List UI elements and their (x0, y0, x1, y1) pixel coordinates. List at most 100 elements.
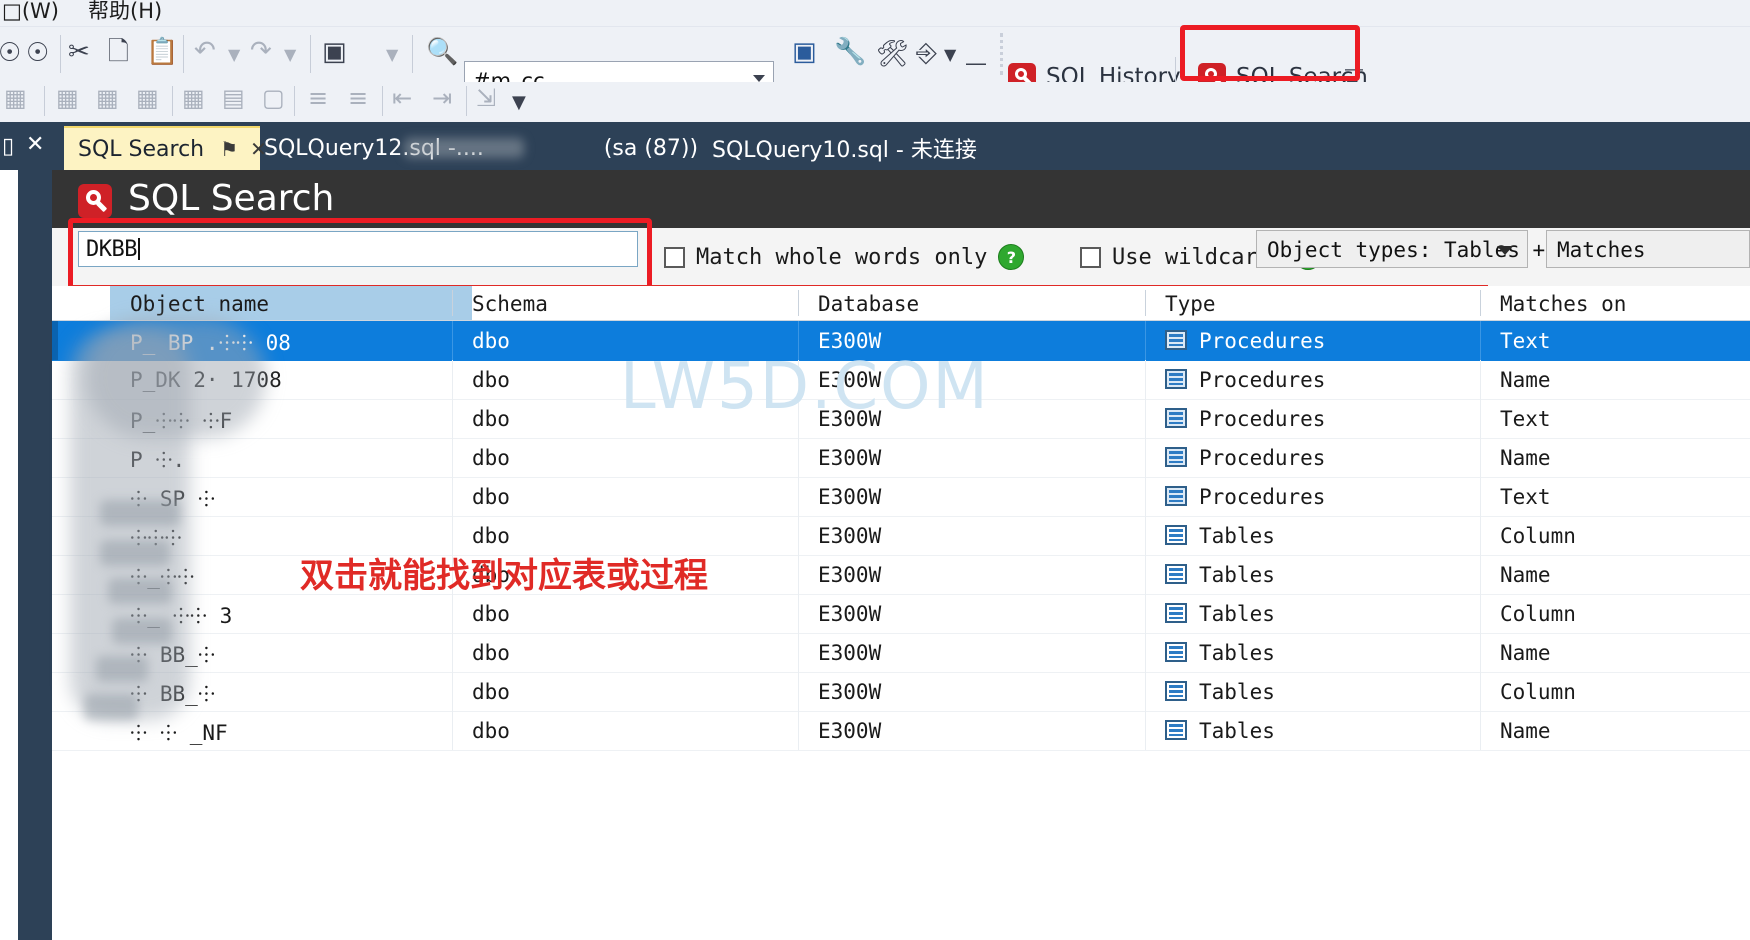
object-b-icon[interactable]: ▦ (96, 86, 119, 110)
table-icon (1165, 525, 1187, 545)
col-type[interactable]: Type (1165, 292, 1216, 316)
indent-decrease-icon[interactable]: ⇤ (392, 86, 412, 110)
results-table-icon[interactable]: ▤ (222, 86, 245, 110)
cell-schema: dbo (472, 602, 510, 626)
table-row[interactable]: ⸭ BB_⸭dboE300WTablesColumn (52, 672, 1750, 712)
checkbox-box[interactable] (664, 246, 685, 268)
col-schema[interactable]: Schema (472, 292, 548, 316)
indent-increase-icon[interactable]: ⇥ (432, 86, 452, 110)
grid-empty-area (52, 870, 1750, 940)
cell-type: Tables (1199, 563, 1275, 587)
search-input[interactable]: DKBB (78, 231, 638, 267)
cell-divider (1480, 672, 1481, 711)
object-c-icon[interactable]: ▦ (136, 86, 159, 110)
cell-matches-on: Column (1500, 602, 1576, 626)
cell-divider (1145, 321, 1146, 360)
chevron-down-icon[interactable] (1497, 246, 1513, 255)
copy-icon[interactable]: 🗋 (108, 39, 129, 65)
match-whole-words-checkbox[interactable]: Match whole words only ? (664, 244, 1025, 270)
toolbar-row-2: ▦ ▦ ▦ ▦ ▦ ▤ ▢ ≡ ≡ ⇤ ⇥ ⇲ ▼ (0, 82, 1750, 122)
toolbar-row-1: ☉ ☉ ✂ 🗋 📋 ↶ ▼ ↷ ▼ ▣ ▼ 🔍 #m_cc ▣ 🔧 🛠 ⎆ ▼ … (0, 26, 1750, 97)
paste-icon[interactable]: 📋 (146, 39, 178, 65)
col-database[interactable]: Database (818, 292, 919, 316)
column-divider[interactable] (798, 290, 799, 316)
column-divider[interactable] (1145, 290, 1146, 316)
dax-icon[interactable]: ☉ (26, 40, 49, 66)
chinese-annotation: 双击就能找到对应表或过程 (300, 556, 708, 596)
execution-plan-icon[interactable]: ▣ (792, 39, 817, 65)
tab-sql-search[interactable]: SQL Search ⚑ ✕ (64, 126, 267, 170)
toolbar2-overflow-icon[interactable]: ▼ (512, 94, 526, 112)
cell-matches-on: Text (1500, 329, 1551, 353)
checkbox-box[interactable] (1080, 246, 1101, 268)
cut-icon[interactable]: ✂ (68, 39, 90, 65)
cell-divider (452, 594, 453, 633)
cell-type: Tables (1199, 641, 1275, 665)
mla-icon[interactable]: ☉ (0, 40, 21, 66)
toolbar-overflow-icon[interactable]: ― (966, 53, 986, 73)
cell-schema: dbo (472, 719, 510, 743)
object-a-icon[interactable]: ▦ (56, 86, 79, 110)
overflow-icon[interactable]: ▼ (386, 47, 398, 63)
document-close-icon[interactable]: ✕ (26, 132, 44, 157)
wrench-icon[interactable]: 🔧 (834, 39, 866, 65)
cell-matches-on: Name (1500, 641, 1551, 665)
cell-divider (1145, 555, 1146, 594)
goto-icon[interactable]: ⇲ (476, 86, 496, 110)
toolbar-separator (466, 86, 467, 116)
toolbar-separator (172, 86, 173, 116)
uncomment-icon[interactable]: ≡ (348, 86, 368, 110)
cell-divider (798, 477, 799, 516)
col-matches-on[interactable]: Matches on (1500, 292, 1626, 316)
matches-dropdown[interactable]: Matches (1546, 230, 1750, 268)
cell-type: Tables (1199, 719, 1275, 743)
table-row[interactable]: ⸭ ⸭ _NF dbo E300W Tables Name (52, 711, 1750, 751)
pin-icon[interactable]: ⚑ (220, 137, 238, 161)
cell-divider (1145, 438, 1146, 477)
redo-dropdown-icon[interactable]: ▼ (284, 47, 296, 63)
table-row[interactable]: ⸭ BB_⸭dboE300WTablesName (52, 633, 1750, 673)
toolbar-separator (310, 35, 311, 73)
toolbox-icon[interactable]: 🛠 (876, 41, 909, 67)
cell-matches-on: Text (1500, 407, 1551, 431)
table-row[interactable]: ⸭ SP ⸭dboE300WProceduresText (52, 477, 1750, 517)
table-row[interactable]: P ⸭.dboE300WProceduresName (52, 438, 1750, 478)
undo-dropdown-icon[interactable]: ▼ (228, 47, 240, 63)
cell-schema: dbo (472, 368, 510, 392)
text-caret (137, 238, 140, 260)
object-types-dropdown[interactable]: Object types: Tables + (1256, 230, 1545, 268)
cell-schema: dbo (472, 407, 510, 431)
cell-database: E300W (818, 641, 882, 665)
chart-icon[interactable]: ▣ (322, 39, 347, 65)
watermark: LW5D.COM (620, 350, 990, 424)
chevron-down-icon[interactable] (753, 75, 765, 82)
grid-icon[interactable]: ▦ (4, 86, 27, 110)
redo-icon[interactable]: ↷ (250, 38, 272, 64)
table-icon (1165, 603, 1187, 623)
menu-item-window[interactable]: □(W) (2, 0, 59, 26)
results-grid-icon[interactable]: ▦ (182, 86, 205, 110)
row-selection-rail (52, 672, 58, 711)
toolbar-grip[interactable] (1000, 33, 1003, 75)
column-divider[interactable] (452, 290, 453, 316)
procedure-icon (1165, 330, 1187, 350)
grid-header: Object name Schema Database Type Matches on (52, 286, 1750, 321)
cell-database: E300W (818, 602, 882, 626)
comment-icon[interactable]: ≡ (308, 86, 328, 110)
undo-icon[interactable]: ↶ (194, 38, 216, 64)
column-divider[interactable] (1480, 290, 1481, 316)
cell-matches-on: Name (1500, 563, 1551, 587)
menu-item-help[interactable]: 帮助(H) (88, 0, 162, 26)
col-object-name[interactable]: Object name (130, 292, 269, 316)
tab-sqlquery10[interactable]: SQLQuery10.sql - 未连接 (712, 126, 1012, 170)
find-object-icon[interactable]: 🔍 (426, 39, 458, 65)
console-dropdown-icon[interactable]: ▼ (944, 47, 956, 63)
results-file-icon[interactable]: ▢ (262, 86, 285, 110)
help-icon[interactable]: ? (998, 244, 1025, 270)
cell-database: E300W (818, 680, 882, 704)
row-selection-rail (52, 321, 58, 360)
row-selection-rail (52, 516, 58, 555)
cell-type: Tables (1199, 680, 1275, 704)
table-row[interactable]: ⸭_ ⸭⸭ 3dboE300WTablesColumn (52, 594, 1750, 634)
console-icon[interactable]: ⎆ (916, 40, 937, 66)
